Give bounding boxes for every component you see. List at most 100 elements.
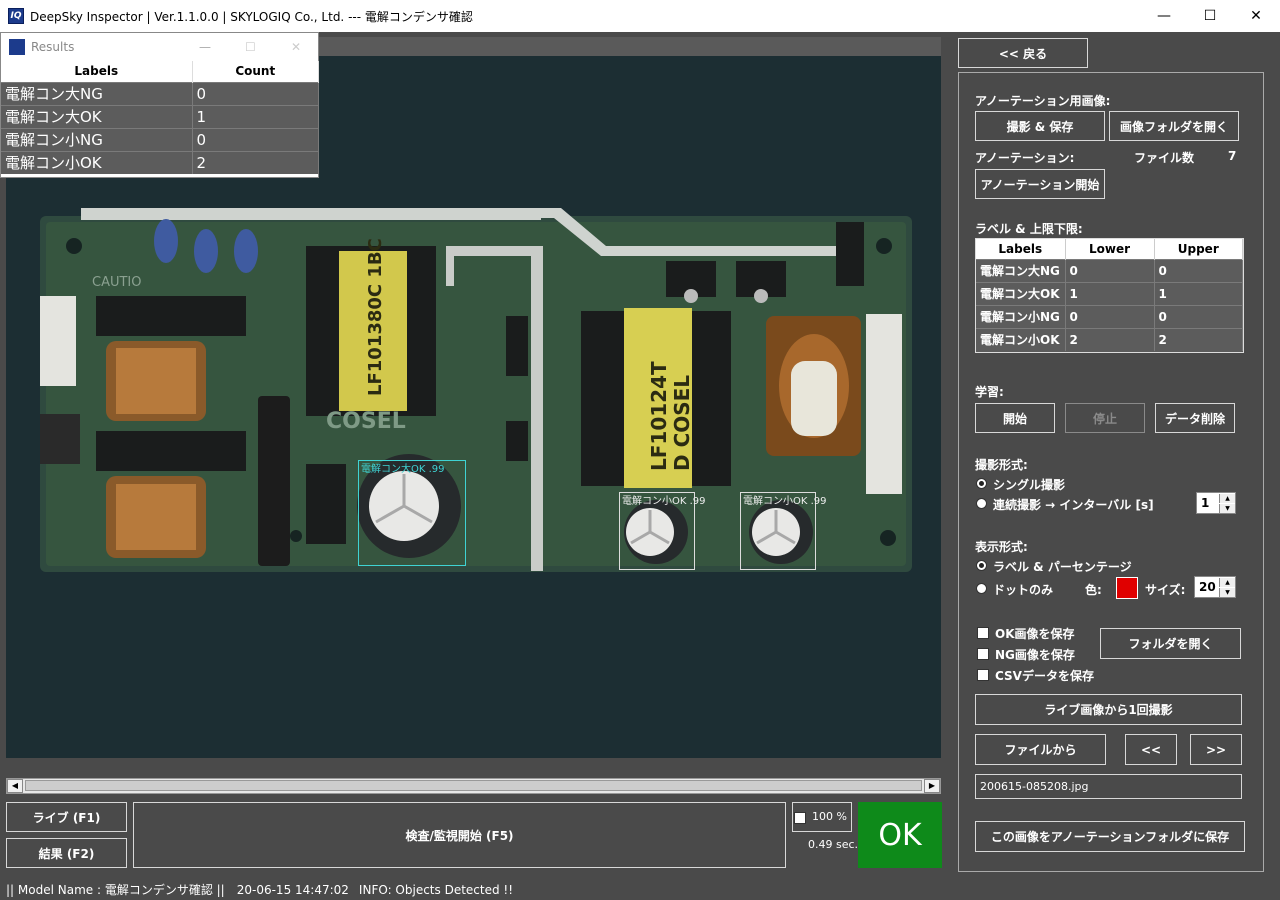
- interval-stepper[interactable]: 1 ▲ ▼: [1196, 492, 1236, 514]
- size-stepper[interactable]: 20 ▲ ▼: [1194, 576, 1236, 598]
- app-logo-icon: IQ: [8, 8, 24, 24]
- status-timestamp: 20-06-15 14:47:02: [236, 882, 349, 897]
- back-button[interactable]: << 戻る: [958, 38, 1088, 68]
- label-limits-label: ラベル & 上限下限:: [975, 222, 1083, 236]
- table-row[interactable]: 電解コン大OK 1: [1, 104, 319, 128]
- lower-cell[interactable]: 2: [1065, 327, 1155, 351]
- detection-label: 電解コン大OK .99: [361, 464, 445, 475]
- delete-data-button[interactable]: データ削除: [1155, 403, 1235, 433]
- save-csv-checkbox[interactable]: [977, 669, 989, 681]
- maximize-icon[interactable]: ☐: [1187, 0, 1233, 32]
- scroll-thumb[interactable]: [25, 780, 922, 791]
- save-ok-label: OK画像を保存: [995, 627, 1075, 641]
- chevron-down-icon[interactable]: ▼: [1219, 504, 1235, 513]
- continuous-capture-label: 連続撮影 → インターバル [s]: [993, 498, 1154, 512]
- dot-color-swatch[interactable]: [1116, 577, 1138, 599]
- limits-table: Labels Lower Upper 電解コン大NG 0 0 電解コン大OK 1 1 電…: [976, 239, 1243, 351]
- table-row[interactable]: 電解コン小OK 2: [1, 150, 319, 174]
- count-cell: 0: [192, 127, 319, 151]
- lower-cell[interactable]: 0: [1065, 304, 1155, 328]
- label-cell: 電解コン小NG: [976, 304, 1066, 328]
- horizontal-scrollbar[interactable]: ◀ ▶: [6, 778, 941, 794]
- save-ng-checkbox[interactable]: [977, 648, 989, 660]
- detection-box-small-ok: 電解コン小OK .99: [740, 492, 827, 570]
- inspect-button[interactable]: 検査/監視開始 (F5): [133, 802, 786, 868]
- filename-field[interactable]: 200615-085208.jpg: [975, 774, 1242, 799]
- label-cell: 電解コン小OK: [1, 150, 193, 174]
- lower-cell[interactable]: 1: [1065, 281, 1155, 305]
- label-cell: 電解コン大NG: [976, 258, 1066, 282]
- close-icon[interactable]: ✕: [1233, 0, 1279, 32]
- table-row[interactable]: 電解コン大NG 0 0: [976, 258, 1243, 282]
- capture-save-button[interactable]: 撮影 & 保存: [975, 111, 1105, 141]
- label-cell: 電解コン大NG: [1, 81, 193, 105]
- chevron-up-icon[interactable]: ▲: [1219, 578, 1235, 587]
- lower-cell[interactable]: 0: [1065, 258, 1155, 282]
- open-image-folder-button[interactable]: 画像フォルダを開く: [1109, 111, 1239, 141]
- previous-image-button[interactable]: <<: [1125, 734, 1177, 765]
- close-icon[interactable]: ✕: [291, 40, 301, 54]
- scroll-right-icon[interactable]: ▶: [924, 779, 940, 793]
- chevron-up-icon[interactable]: ▲: [1219, 494, 1235, 503]
- scroll-left-icon[interactable]: ◀: [7, 779, 23, 793]
- detection-box-small-ok: 電解コン小OK .99: [619, 492, 706, 570]
- status-bar: || Model Name : 電解コンデンサ確認 || 20-06-15 14…: [0, 879, 1280, 900]
- label-cell: 電解コン大OK: [976, 281, 1066, 305]
- table-row[interactable]: 電解コン大NG 0: [1, 81, 319, 105]
- maximize-icon[interactable]: ☐: [245, 40, 256, 54]
- label-percent-radio[interactable]: [976, 560, 987, 571]
- stop-learning-button[interactable]: 停止: [1065, 403, 1145, 433]
- dot-only-label: ドットのみ: [993, 583, 1054, 597]
- caution-silkscreen: CAUTIO: [92, 275, 142, 290]
- save-to-annotation-button[interactable]: この画像をアノーテーションフォルダに保存: [975, 821, 1245, 852]
- chevron-down-icon[interactable]: ▼: [1219, 588, 1235, 597]
- upper-cell[interactable]: 1: [1154, 281, 1243, 305]
- upper-cell[interactable]: 0: [1154, 304, 1243, 328]
- learning-label: 学習:: [975, 385, 1004, 399]
- start-annotation-button[interactable]: アノーテーション開始: [975, 169, 1105, 199]
- single-capture-radio[interactable]: [976, 478, 987, 489]
- file-count-value: 7: [1228, 149, 1237, 163]
- dot-only-radio[interactable]: [976, 583, 987, 594]
- brand-silkscreen: COSEL: [326, 409, 406, 434]
- continuous-capture-radio[interactable]: [976, 498, 987, 509]
- display-mode-label: 表示形式:: [975, 540, 1028, 554]
- results-button[interactable]: 結果 (F2): [6, 838, 127, 868]
- transformer1-label: LF101380C 1BC: [365, 238, 386, 396]
- table-row[interactable]: 電解コン大OK 1 1: [976, 281, 1243, 305]
- table-row[interactable]: 電解コン小NG 0: [1, 127, 319, 151]
- start-learning-button[interactable]: 開始: [975, 403, 1055, 433]
- title-bar: IQ DeepSky Inspector | Ver.1.1.0.0 | SKY…: [0, 0, 1280, 32]
- table-row[interactable]: 電解コン小OK 2 2: [976, 327, 1243, 351]
- limits-table-container: Labels Lower Upper 電解コン大NG 0 0 電解コン大OK 1 1 電…: [975, 238, 1244, 353]
- size-label: サイズ:: [1145, 583, 1186, 597]
- single-capture-label: シングル撮影: [993, 478, 1066, 492]
- table-row[interactable]: 電解コン小NG 0 0: [976, 304, 1243, 328]
- annotation-images-label: アノーテーション用画像:: [975, 94, 1111, 108]
- from-file-button[interactable]: ファイルから: [975, 734, 1106, 765]
- save-ok-checkbox[interactable]: [977, 627, 989, 639]
- zoom-level: 100 %: [812, 810, 847, 823]
- next-image-button[interactable]: >>: [1190, 734, 1242, 765]
- live-capture-button[interactable]: ライブ画像から1回撮影: [975, 694, 1242, 725]
- count-cell: 0: [192, 81, 319, 105]
- live-button[interactable]: ライブ (F1): [6, 802, 127, 832]
- open-folder-button[interactable]: フォルダを開く: [1100, 628, 1241, 659]
- status-info: INFO: Objects Detected !!: [358, 882, 514, 897]
- column-header-labels: Labels: [976, 239, 1066, 259]
- upper-cell[interactable]: 0: [1154, 258, 1243, 282]
- size-value: 20: [1199, 580, 1216, 594]
- detection-label: 電解コン小OK .99: [622, 496, 706, 507]
- verdict-indicator: OK: [858, 802, 942, 868]
- label-cell: 電解コン大OK: [1, 104, 193, 128]
- count-cell: 2: [192, 150, 319, 174]
- elapsed-time: 0.49 sec.: [808, 838, 859, 851]
- upper-cell[interactable]: 2: [1154, 327, 1243, 351]
- minimize-icon[interactable]: —: [1141, 0, 1187, 32]
- capture-mode-label: 撮影形式:: [975, 458, 1028, 472]
- zoom-checkbox[interactable]: [794, 812, 806, 824]
- transformer2-label-1: LF10124T: [647, 361, 671, 471]
- minimize-icon[interactable]: —: [199, 40, 211, 54]
- save-csv-label: CSVデータを保存: [995, 669, 1094, 683]
- results-table: Labels Count 電解コン大NG 0 電解コン大OK 1 電解コン小NG 0 …: [1, 61, 319, 174]
